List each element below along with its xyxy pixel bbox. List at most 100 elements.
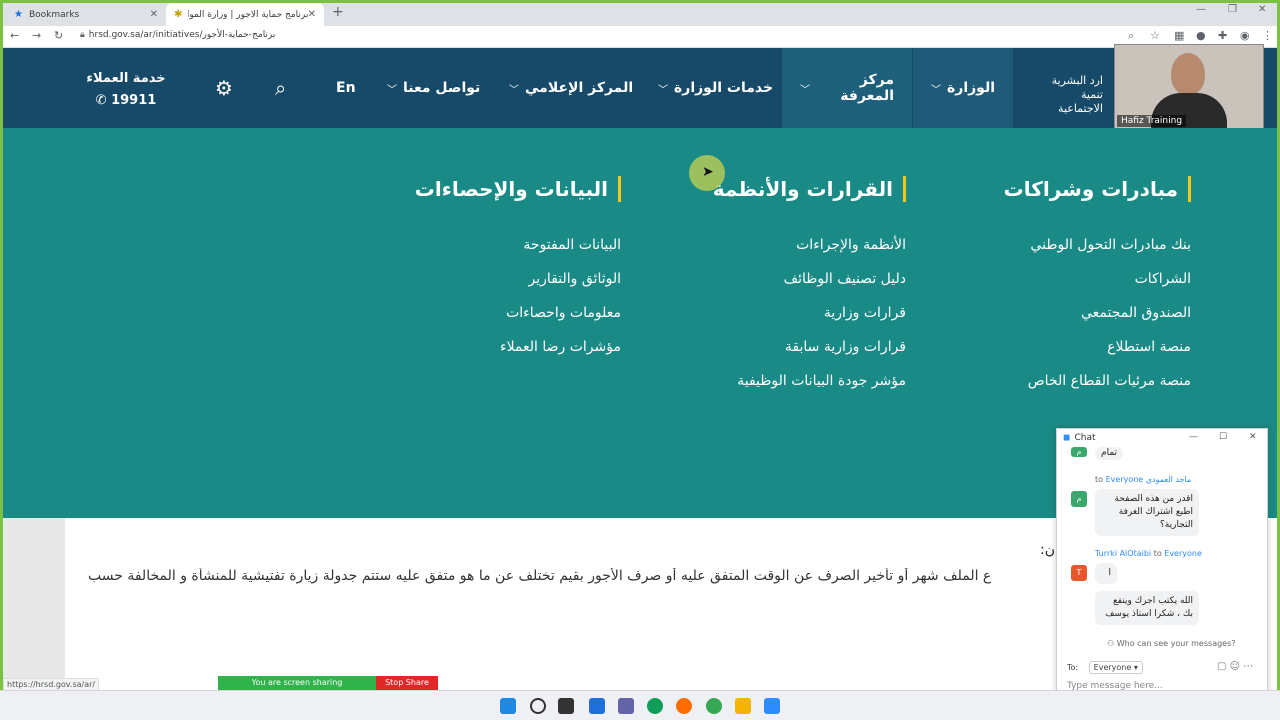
chat-recipient: To: Everyone ▾ — [1067, 661, 1143, 674]
nav-media-center[interactable]: المركز الإعلامي ﹀ — [509, 48, 633, 128]
nav-label: تواصل معنا — [403, 80, 481, 96]
column-title: البيانات والإحصاءات — [415, 176, 621, 202]
nav-ministry-services[interactable]: خدمات الوزارة ﹀ — [658, 48, 773, 128]
brand-line-2: تنمية الاجتماعية — [1058, 88, 1103, 115]
edge-icon[interactable] — [647, 698, 663, 714]
chat-bubble-icon: ◼ — [1063, 433, 1071, 443]
teams-icon[interactable] — [618, 698, 634, 714]
menu-link[interactable]: البيانات المفتوحة — [415, 228, 621, 262]
page-side-gutter — [3, 518, 65, 688]
chat-message: تمام — [1095, 447, 1124, 460]
chat-message: اقدر من هذه الصفحة اطبع اشتراك الغرفة ال… — [1095, 489, 1199, 536]
menu-link[interactable]: قرارات وزارية سابقة — [713, 330, 906, 364]
phone-icon: ✆ — [95, 93, 107, 108]
column-title: مبادرات وشراكات — [1004, 176, 1191, 202]
chat-window: ◼ Chat — ☐ ✕ م تمام ماجد العمودي to Every… — [1056, 428, 1268, 720]
file-icon[interactable]: ▢ — [1217, 661, 1226, 672]
minimize-icon[interactable]: — — [1189, 432, 1198, 442]
content-paragraph: ع الملف شهر أو تأخير الصرف عن الوقت المت… — [88, 568, 992, 584]
menu-column-regulations: القرارات والأنظمة الأنظمة والإجراءات دلي… — [713, 176, 906, 398]
language-toggle[interactable]: En — [336, 48, 356, 128]
menu-link[interactable]: منصة مرئيات القطاع الخاص — [1004, 364, 1191, 398]
site-header: ارد البشرية تنمية الاجتماعية الوزارة ﹀ م… — [3, 48, 1277, 128]
menu-link[interactable]: الوثائق والتقارير — [415, 262, 621, 296]
customer-service-label: خدمة العملاء — [86, 71, 166, 86]
customer-service-number: 19911 — [111, 93, 157, 108]
windows-taskbar — [0, 690, 1280, 720]
nav-ministry[interactable]: الوزارة ﹀ — [913, 48, 1014, 128]
chevron-down-icon: ﹀ — [931, 84, 941, 96]
nav-label: خدمات الوزارة — [674, 80, 774, 96]
column-title: القرارات والأنظمة — [713, 176, 906, 202]
recipient: Everyone — [1164, 549, 1202, 558]
emoji-icon[interactable]: ☺ — [1230, 661, 1240, 672]
nav-knowledge-center[interactable]: مركز المعرفة ﹀ — [782, 48, 912, 128]
screen-sharing-indicator[interactable]: You are screen sharing — [218, 676, 376, 690]
nav-label: المركز الإعلامي — [525, 80, 634, 96]
chat-title: Chat — [1074, 433, 1096, 443]
stop-share-button[interactable]: Stop Share — [376, 676, 438, 690]
to-word: to — [1095, 475, 1104, 484]
sender-name: Turrki AlOtaibi — [1095, 549, 1152, 558]
webcam-name: Hafiz Training — [1117, 115, 1187, 127]
recipient-dropdown[interactable]: Everyone ▾ — [1088, 661, 1143, 674]
more-icon[interactable]: ⋯ — [1243, 661, 1253, 672]
message-meta: ماجد العمودي to Everyone — [1095, 475, 1191, 484]
sender-name: ماجد العمودي — [1145, 475, 1192, 484]
chevron-down-icon: ﹀ — [509, 84, 519, 96]
nav-label: مركز المعرفة — [840, 72, 894, 104]
firefox-icon[interactable] — [676, 698, 692, 714]
file-explorer-icon[interactable] — [735, 698, 751, 714]
menu-link[interactable]: دليل تصنيف الوظائف — [713, 262, 906, 296]
maximize-icon[interactable]: ☐ — [1219, 432, 1227, 442]
page-content — [65, 518, 1065, 688]
to-label: To: — [1067, 663, 1079, 672]
menu-link[interactable]: معلومات واحصاءات — [415, 296, 621, 330]
mouse-pointer-icon: ➤ — [702, 164, 714, 180]
who-can-see-link[interactable]: ⚇ Who can see your messages? — [1107, 639, 1236, 648]
recipient: Everyone — [1105, 475, 1144, 484]
customer-service[interactable]: خدمة العملاء 19911 ✆ — [81, 68, 171, 112]
language-label: En — [336, 80, 356, 96]
chat-message: ا — [1095, 563, 1117, 584]
menu-link[interactable]: مؤشر جودة البيانات الوظيفية — [713, 364, 906, 398]
chat-titlebar: ◼ Chat — ☐ ✕ — [1057, 429, 1267, 447]
to-word: to — [1153, 549, 1162, 558]
close-icon[interactable]: ✕ — [1249, 432, 1257, 442]
zoom-app-icon[interactable] — [764, 698, 780, 714]
ministry-logo-text[interactable]: ارد البشرية تنمية الاجتماعية — [1033, 74, 1103, 116]
sharing-text: You are screen sharing — [251, 678, 343, 687]
search-icon[interactable] — [530, 698, 546, 714]
search-icon[interactable]: ⌕ — [275, 76, 286, 100]
brand-line-1: ارد البشرية — [1051, 74, 1103, 87]
content-label: :ن — [1040, 542, 1055, 558]
menu-link[interactable]: بنك مبادرات التحول الوطني — [1004, 228, 1191, 262]
screen-share-bar: You are screen sharing Stop Share — [218, 676, 438, 690]
menu-column-statistics: البيانات والإحصاءات البيانات المفتوحة ال… — [415, 176, 621, 364]
menu-link[interactable]: الشراكات — [1004, 262, 1191, 296]
menu-link[interactable]: قرارات وزارية — [713, 296, 906, 330]
chevron-down-icon: ﹀ — [658, 84, 668, 96]
presenter-head — [1171, 53, 1205, 95]
menu-link[interactable]: منصة استطلاع — [1004, 330, 1191, 364]
avatar: م — [1071, 491, 1087, 507]
visibility-icon: ⚇ — [1107, 639, 1115, 648]
recipient-value: Everyone — [1093, 663, 1132, 672]
widgets-icon[interactable] — [589, 698, 605, 714]
who-can-see-text: Who can see your messages? — [1116, 639, 1236, 648]
menu-link[interactable]: الأنظمة والإجراءات — [713, 228, 906, 262]
menu-column-initiatives: مبادرات وشراكات بنك مبادرات التحول الوطن… — [1004, 176, 1191, 398]
nav-contact-us[interactable]: تواصل معنا ﹀ — [387, 48, 480, 128]
chevron-down-icon: ﹀ — [387, 84, 397, 96]
windows-start-icon[interactable] — [500, 698, 516, 714]
chat-toolbar: ▢ ☺ ⋯ — [1217, 661, 1253, 672]
chrome-icon[interactable] — [706, 698, 722, 714]
chevron-down-icon: ﹀ — [800, 84, 810, 96]
menu-link[interactable]: مؤشرات رضا العملاء — [415, 330, 621, 364]
gear-icon[interactable]: ⚙ — [215, 76, 233, 100]
task-view-icon[interactable] — [558, 698, 574, 714]
message-meta: Turrki AlOtaibi to Everyone — [1095, 549, 1202, 558]
menu-link[interactable]: الصندوق المجتمعي — [1004, 296, 1191, 330]
avatar: T — [1071, 565, 1087, 581]
nav-label: الوزارة — [947, 80, 996, 96]
